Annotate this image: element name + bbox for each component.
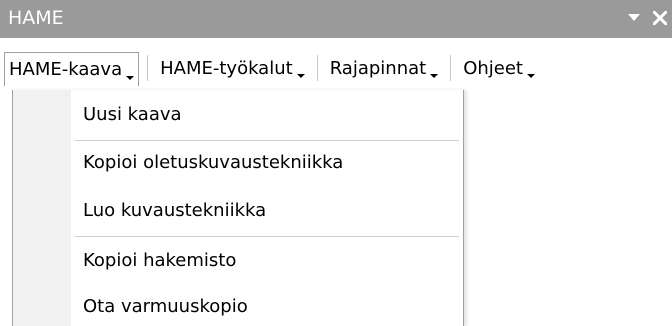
chevron-down-icon [527, 64, 535, 78]
chevron-down-icon [430, 64, 439, 78]
dropdown-gutter [13, 90, 71, 326]
chevron-down-icon[interactable] [626, 8, 642, 28]
menu-item-ota-varmuuskopio[interactable]: Ota varmuuskopio [83, 292, 248, 322]
menu-item-luo-kuvaustekniikka[interactable]: Luo kuvaustekniikka [83, 196, 266, 226]
hame-window: HAME HAME-kaava HAME-työkalut Rajapinnat… [0, 0, 672, 326]
close-icon[interactable] [652, 8, 668, 28]
menu-separator [316, 55, 318, 81]
dropdown-separator [75, 236, 459, 237]
menu-hame-kaava-label: HAME-kaava [9, 59, 123, 80]
chevron-down-icon [126, 66, 135, 80]
menu-separator [450, 55, 452, 81]
window-title: HAME [8, 7, 64, 29]
chevron-down-icon [296, 64, 305, 78]
menu-item-kopioi-hakemisto[interactable]: Kopioi hakemisto [83, 246, 236, 276]
menu-item-uusi-kaava[interactable]: Uusi kaava [83, 100, 182, 130]
menu-ohjeet-label: Ohjeet [463, 57, 523, 79]
title-controls [626, 6, 668, 30]
hame-kaava-dropdown: Uusi kaava Kopioi oletuskuvaustekniikka … [12, 90, 464, 326]
dropdown-separator [75, 140, 459, 141]
menu-bar: HAME-kaava HAME-työkalut Rajapinnat Ohje… [4, 38, 672, 92]
menu-hame-kaava[interactable]: HAME-kaava [4, 52, 140, 86]
menu-ohjeet[interactable]: Ohjeet [459, 52, 539, 84]
menu-bar-items: HAME-kaava HAME-työkalut Rajapinnat Ohje… [4, 52, 539, 86]
menu-separator [147, 55, 149, 81]
menu-item-kopioi-oletuskuvaustekniikka[interactable]: Kopioi oletuskuvaustekniikka [83, 148, 343, 178]
menu-hame-tyokalut[interactable]: HAME-työkalut [156, 52, 309, 84]
menu-hame-tyokalut-label: HAME-työkalut [160, 57, 293, 79]
menu-rajapinnat-label: Rajapinnat [329, 57, 427, 79]
menu-rajapinnat[interactable]: Rajapinnat [326, 52, 443, 84]
title-bar: HAME [0, 0, 672, 38]
